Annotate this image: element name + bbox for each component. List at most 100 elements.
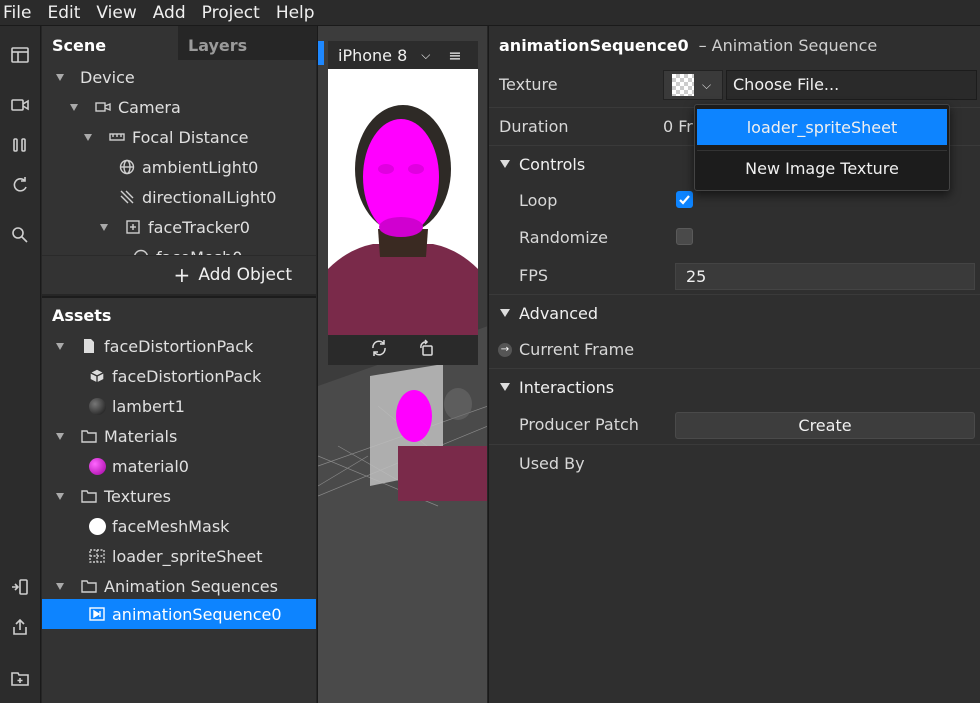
animation-sequence-icon bbox=[88, 605, 106, 623]
tree-item-label: directionalLight0 bbox=[142, 187, 277, 207]
interactions-section-header[interactable]: Interactions bbox=[489, 368, 980, 405]
rotate-device-icon[interactable] bbox=[370, 339, 388, 361]
assets-title: Assets bbox=[52, 306, 112, 325]
randomize-label: Randomize bbox=[519, 228, 608, 247]
chevron-down-icon[interactable]: ⌵ bbox=[702, 78, 711, 93]
advanced-section-header[interactable]: Advanced bbox=[489, 294, 980, 331]
menu-add[interactable]: Add bbox=[153, 3, 186, 23]
asset-label: loader_spriteSheet bbox=[112, 546, 263, 566]
menu-file[interactable]: File bbox=[3, 3, 31, 23]
used-by-row: Used By bbox=[489, 444, 980, 481]
directional-light-icon bbox=[118, 188, 136, 206]
asset-item-animation-sequences-folder[interactable]: Animation Sequences bbox=[56, 571, 278, 601]
expand-triangle-icon[interactable] bbox=[56, 73, 64, 81]
asset-label: faceDistortionPack bbox=[112, 366, 262, 386]
asset-label: Animation Sequences bbox=[104, 576, 278, 596]
layout-icon[interactable] bbox=[6, 41, 34, 69]
tree-item-device[interactable]: Device bbox=[56, 62, 135, 92]
pause-bars-icon[interactable] bbox=[6, 131, 34, 159]
object-name: animationSequence0 bbox=[499, 36, 689, 55]
loop-checkbox[interactable] bbox=[676, 191, 693, 208]
search-icon[interactable] bbox=[6, 221, 34, 249]
asset-item-face-distortion-pack-file[interactable]: faceDistortionPack bbox=[56, 331, 253, 361]
asset-item-material0[interactable]: material0 bbox=[88, 451, 189, 481]
tree-item-face-mesh[interactable]: faceMesh0 bbox=[132, 242, 242, 255]
expand-triangle-icon[interactable] bbox=[56, 492, 64, 500]
mirror-device-icon[interactable] bbox=[6, 573, 34, 601]
folder-icon bbox=[80, 427, 98, 445]
menu-project[interactable]: Project bbox=[202, 3, 260, 23]
interactions-section-label: Interactions bbox=[519, 377, 615, 397]
tree-item-ambient-light[interactable]: ambientLight0 bbox=[118, 152, 258, 182]
dropdown-item-loader-sprite-sheet[interactable]: loader_spriteSheet bbox=[697, 109, 947, 145]
hamburger-menu-icon[interactable]: ≡ bbox=[448, 46, 461, 65]
randomize-checkbox[interactable] bbox=[676, 228, 693, 245]
asset-item-textures-folder[interactable]: Textures bbox=[56, 481, 171, 511]
texture-picker[interactable]: ⌵ bbox=[663, 70, 723, 100]
advanced-section-label: Advanced bbox=[519, 303, 599, 323]
viewport[interactable]: iPhone 8 ⌵ ≡ bbox=[317, 26, 487, 703]
focal-distance-icon bbox=[108, 128, 126, 146]
tab-scene[interactable]: Scene bbox=[42, 26, 178, 60]
refresh-icon[interactable] bbox=[6, 171, 34, 199]
folder-icon bbox=[80, 577, 98, 595]
assets-panel: Assets faceDistortionPack faceDistortion… bbox=[42, 296, 316, 703]
producer-patch-label: Producer Patch bbox=[519, 415, 639, 434]
tree-item-label: faceTracker0 bbox=[148, 217, 250, 237]
chevron-down-icon[interactable]: ⌵ bbox=[421, 48, 430, 63]
tree-item-label: ambientLight0 bbox=[142, 157, 259, 177]
fps-input[interactable]: 25 bbox=[675, 263, 975, 290]
menu-view[interactable]: View bbox=[96, 3, 136, 23]
expand-triangle-icon[interactable] bbox=[500, 309, 510, 317]
menu-help[interactable]: Help bbox=[276, 3, 315, 23]
arrow-right-circle-icon[interactable]: → bbox=[498, 342, 512, 357]
asset-label: faceMeshMask bbox=[112, 516, 230, 536]
expand-triangle-icon[interactable] bbox=[70, 103, 78, 111]
tree-item-focal-distance[interactable]: Focal Distance bbox=[84, 122, 249, 152]
expand-triangle-icon[interactable] bbox=[56, 342, 64, 350]
flip-camera-icon[interactable] bbox=[418, 339, 436, 361]
properties-panel: animationSequence0 – Animation Sequence T… bbox=[488, 26, 980, 703]
share-icon[interactable] bbox=[6, 613, 34, 641]
expand-triangle-icon[interactable] bbox=[500, 383, 510, 391]
object-type: – Animation Sequence bbox=[698, 36, 878, 55]
asset-item-face-distortion-pack-cube[interactable]: faceDistortionPack bbox=[88, 361, 261, 391]
texture-circle-icon bbox=[88, 517, 106, 535]
dropdown-item-new-image-texture[interactable]: New Image Texture bbox=[697, 150, 947, 186]
current-frame-label: Current Frame bbox=[519, 340, 635, 359]
file-icon bbox=[80, 337, 98, 355]
tree-item-camera[interactable]: Camera bbox=[70, 92, 181, 122]
add-folder-icon[interactable] bbox=[6, 664, 34, 692]
randomize-row: Randomize bbox=[489, 219, 980, 256]
tree-item-face-tracker[interactable]: faceTracker0 bbox=[100, 212, 250, 242]
ambient-light-icon bbox=[118, 158, 136, 176]
texture-preview-swatch bbox=[672, 74, 694, 96]
asset-item-face-mesh-mask[interactable]: faceMeshMask bbox=[88, 511, 229, 541]
choose-file-button[interactable]: Choose File... bbox=[726, 70, 977, 100]
menu-edit[interactable]: Edit bbox=[47, 3, 80, 23]
used-by-label: Used By bbox=[519, 453, 585, 473]
asset-item-loader-sprite-sheet[interactable]: loader_spriteSheet bbox=[88, 541, 263, 571]
phone-controls bbox=[328, 335, 478, 365]
expand-triangle-icon[interactable] bbox=[56, 432, 64, 440]
asset-item-materials-folder[interactable]: Materials bbox=[56, 421, 177, 451]
tab-layers[interactable]: Layers bbox=[178, 26, 316, 60]
face-mesh-icon bbox=[132, 248, 150, 255]
expand-triangle-icon[interactable] bbox=[84, 133, 92, 141]
expand-triangle-icon[interactable] bbox=[56, 582, 64, 590]
asset-item-animation-sequence0[interactable]: animationSequence0 bbox=[42, 599, 316, 629]
device-selector[interactable]: iPhone 8 ⌵ ≡ bbox=[318, 41, 478, 69]
create-button[interactable]: Create bbox=[675, 412, 975, 439]
add-object-button[interactable]: + Add Object bbox=[42, 255, 316, 294]
cube-icon bbox=[88, 367, 106, 385]
expand-triangle-icon[interactable] bbox=[500, 160, 510, 168]
video-camera-icon[interactable] bbox=[6, 91, 34, 119]
camera-icon bbox=[94, 98, 112, 116]
current-frame-row[interactable]: → Current Frame bbox=[489, 331, 980, 368]
left-toolbar bbox=[0, 26, 41, 703]
tree-item-directional-light[interactable]: directionalLight0 bbox=[118, 182, 276, 212]
asset-item-lambert1[interactable]: lambert1 bbox=[88, 391, 185, 421]
tree-item-label: faceMesh0 bbox=[156, 248, 242, 256]
expand-triangle-icon[interactable] bbox=[100, 223, 108, 231]
duration-value[interactable]: 0 Fr bbox=[663, 117, 693, 136]
